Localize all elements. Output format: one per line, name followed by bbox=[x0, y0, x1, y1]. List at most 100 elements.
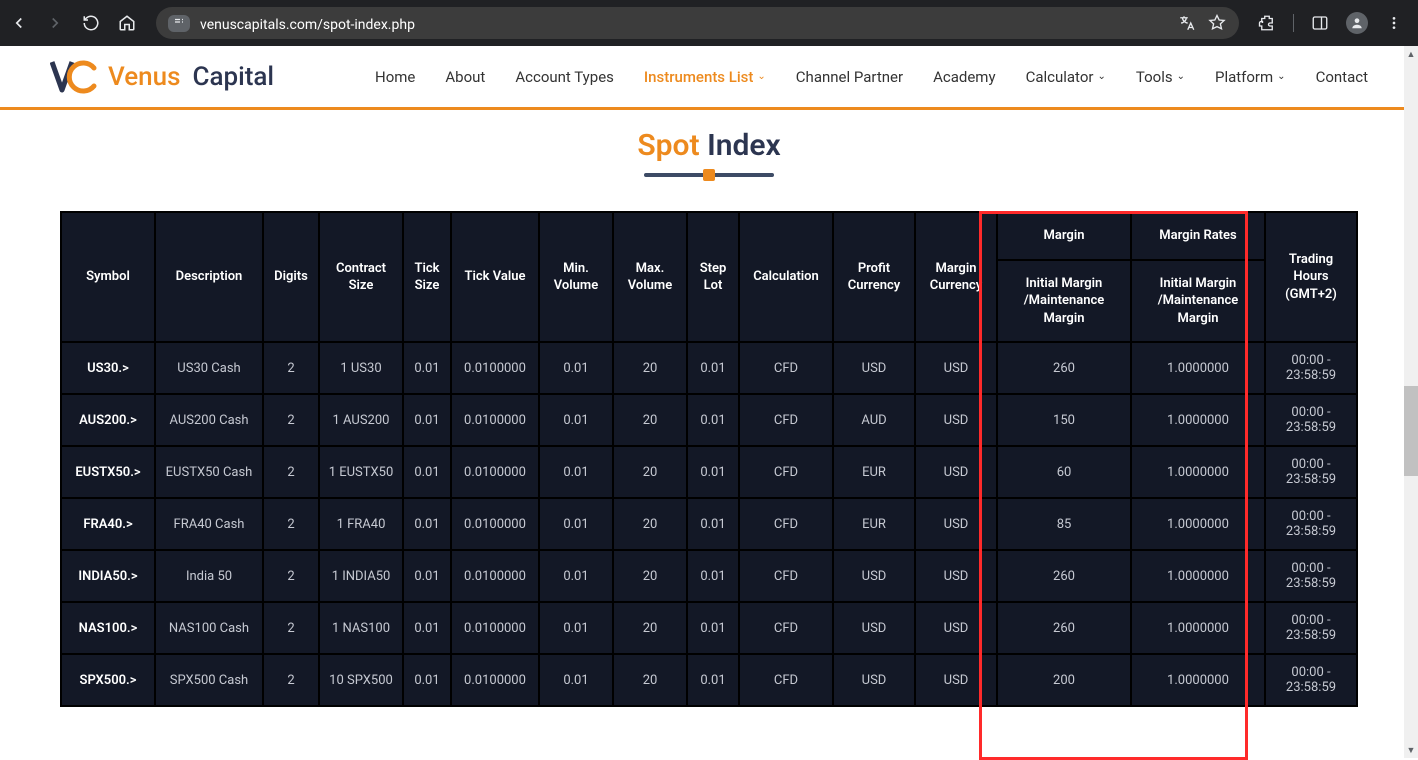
nav-account-types[interactable]: Account Types bbox=[515, 68, 614, 86]
cell-initial-margin: 85 bbox=[998, 499, 1130, 549]
cell-step-lot: 0.01 bbox=[688, 603, 738, 653]
cell-initial-margin: 260 bbox=[998, 343, 1130, 393]
cell-tick-size: 0.01 bbox=[404, 343, 450, 393]
cell-min-volume: 0.01 bbox=[540, 343, 612, 393]
extensions-icon[interactable] bbox=[1257, 13, 1277, 33]
nav-instruments-list[interactable]: Instruments List ⌄ bbox=[644, 68, 766, 86]
cell-tick-value: 0.0100000 bbox=[452, 655, 538, 705]
cell-contract-size: 1 US30 bbox=[320, 343, 402, 393]
title-spot: Spot bbox=[637, 128, 699, 163]
cell-calculation: CFD bbox=[740, 655, 832, 705]
cell-trading-hours: 00:00 - 23:58:59 bbox=[1266, 395, 1356, 445]
chevron-down-icon: ⌄ bbox=[1097, 71, 1105, 82]
cell-margin-rate: 1.0000000 bbox=[1132, 395, 1264, 445]
home-button[interactable] bbox=[116, 12, 138, 34]
cell-max-volume: 20 bbox=[614, 343, 686, 393]
cell-trading-hours: 00:00 - 23:58:59 bbox=[1266, 551, 1356, 601]
cell-initial-margin: 200 bbox=[998, 655, 1130, 705]
cell-max-volume: 20 bbox=[614, 447, 686, 497]
cell-profit-currency: USD bbox=[834, 343, 914, 393]
th-margin-top: Margin bbox=[998, 213, 1130, 259]
scrollbar-thumb[interactable] bbox=[1404, 386, 1418, 476]
cell-tick-size: 0.01 bbox=[404, 447, 450, 497]
th-calculation: Calculation bbox=[740, 213, 832, 341]
cell-contract-size: 1 FRA40 bbox=[320, 499, 402, 549]
page-scrollbar[interactable]: ▲ ▼ bbox=[1404, 46, 1418, 758]
cell-margin-currency: USD bbox=[916, 551, 996, 601]
chevron-down-icon: ⌄ bbox=[757, 71, 765, 82]
cell-description: FRA40 Cash bbox=[156, 499, 262, 549]
table-row: AUS200.>AUS200 Cash21 AUS2000.010.010000… bbox=[62, 395, 1356, 445]
cell-profit-currency: EUR bbox=[834, 447, 914, 497]
scroll-up-arrow[interactable]: ▲ bbox=[1404, 46, 1418, 62]
cell-initial-margin: 260 bbox=[998, 603, 1130, 653]
cell-step-lot: 0.01 bbox=[688, 395, 738, 445]
th-trading-hours: Trading Hours (GMT+2) bbox=[1266, 213, 1356, 341]
cell-calculation: CFD bbox=[740, 603, 832, 653]
logo[interactable]: Venus Capital bbox=[50, 60, 274, 94]
spot-index-table: Symbol Description Digits Contract Size … bbox=[60, 211, 1358, 707]
cell-digits: 2 bbox=[264, 603, 318, 653]
main-nav: Home About Account Types Instruments Lis… bbox=[375, 68, 1368, 86]
cell-step-lot: 0.01 bbox=[688, 655, 738, 705]
scroll-down-arrow[interactable]: ▼ bbox=[1404, 742, 1418, 758]
table-row: EUSTX50.>EUSTX50 Cash21 EUSTX500.010.010… bbox=[62, 447, 1356, 497]
th-contract-size: Contract Size bbox=[320, 213, 402, 341]
address-bar[interactable]: venuscapitals.com/spot-index.php bbox=[156, 7, 1239, 39]
cell-calculation: CFD bbox=[740, 343, 832, 393]
cell-margin-rate: 1.0000000 bbox=[1132, 447, 1264, 497]
menu-icon[interactable] bbox=[1384, 13, 1404, 33]
cell-trading-hours: 00:00 - 23:58:59 bbox=[1266, 655, 1356, 705]
table-row: NAS100.>NAS100 Cash21 NAS1000.010.010000… bbox=[62, 603, 1356, 653]
back-button[interactable] bbox=[8, 12, 30, 34]
cell-max-volume: 20 bbox=[614, 395, 686, 445]
forward-button[interactable] bbox=[44, 12, 66, 34]
cell-margin-currency: USD bbox=[916, 395, 996, 445]
cell-max-volume: 20 bbox=[614, 655, 686, 705]
nav-contact[interactable]: Contact bbox=[1316, 68, 1368, 86]
site-info-icon[interactable] bbox=[168, 15, 190, 32]
cell-step-lot: 0.01 bbox=[688, 499, 738, 549]
nav-tools[interactable]: Tools ⌄ bbox=[1136, 68, 1185, 86]
nav-about[interactable]: About bbox=[445, 68, 485, 86]
table-body: US30.>US30 Cash21 US300.010.01000000.012… bbox=[62, 343, 1356, 705]
logo-text-capital: Capital bbox=[192, 62, 274, 92]
cell-symbol: US30.> bbox=[62, 343, 154, 393]
nav-calculator[interactable]: Calculator ⌄ bbox=[1026, 68, 1106, 86]
nav-academy[interactable]: Academy bbox=[933, 68, 995, 86]
nav-platform[interactable]: Platform ⌄ bbox=[1215, 68, 1286, 86]
table-row: US30.>US30 Cash21 US300.010.01000000.012… bbox=[62, 343, 1356, 393]
cell-initial-margin: 150 bbox=[998, 395, 1130, 445]
cell-profit-currency: EUR bbox=[834, 499, 914, 549]
table-header: Symbol Description Digits Contract Size … bbox=[62, 213, 1356, 341]
profile-avatar[interactable] bbox=[1346, 12, 1368, 34]
cell-max-volume: 20 bbox=[614, 603, 686, 653]
browser-right-controls bbox=[1257, 12, 1410, 34]
cell-symbol: SPX500.> bbox=[62, 655, 154, 705]
translate-icon[interactable] bbox=[1177, 13, 1197, 33]
cell-max-volume: 20 bbox=[614, 551, 686, 601]
nav-home[interactable]: Home bbox=[375, 68, 415, 86]
cell-tick-value: 0.0100000 bbox=[452, 447, 538, 497]
nav-tools-label: Tools bbox=[1136, 68, 1173, 86]
cell-trading-hours: 00:00 - 23:58:59 bbox=[1266, 603, 1356, 653]
side-panel-icon[interactable] bbox=[1310, 13, 1330, 33]
cell-contract-size: 10 SPX500 bbox=[320, 655, 402, 705]
cell-trading-hours: 00:00 - 23:58:59 bbox=[1266, 499, 1356, 549]
th-tick-size: Tick Size bbox=[404, 213, 450, 341]
th-margin-rates-top: Margin Rates bbox=[1132, 213, 1264, 259]
cell-symbol: INDIA50.> bbox=[62, 551, 154, 601]
cell-symbol: FRA40.> bbox=[62, 499, 154, 549]
bookmark-icon[interactable] bbox=[1207, 13, 1227, 33]
nav-channel-partner[interactable]: Channel Partner bbox=[796, 68, 903, 86]
cell-trading-hours: 00:00 - 23:58:59 bbox=[1266, 343, 1356, 393]
cell-digits: 2 bbox=[264, 655, 318, 705]
th-description: Description bbox=[156, 213, 262, 341]
cell-description: SPX500 Cash bbox=[156, 655, 262, 705]
cell-trading-hours: 00:00 - 23:58:59 bbox=[1266, 447, 1356, 497]
cell-contract-size: 1 EUSTX50 bbox=[320, 447, 402, 497]
th-max-volume: Max. Volume bbox=[614, 213, 686, 341]
cell-description: US30 Cash bbox=[156, 343, 262, 393]
reload-button[interactable] bbox=[80, 12, 102, 34]
cell-digits: 2 bbox=[264, 499, 318, 549]
